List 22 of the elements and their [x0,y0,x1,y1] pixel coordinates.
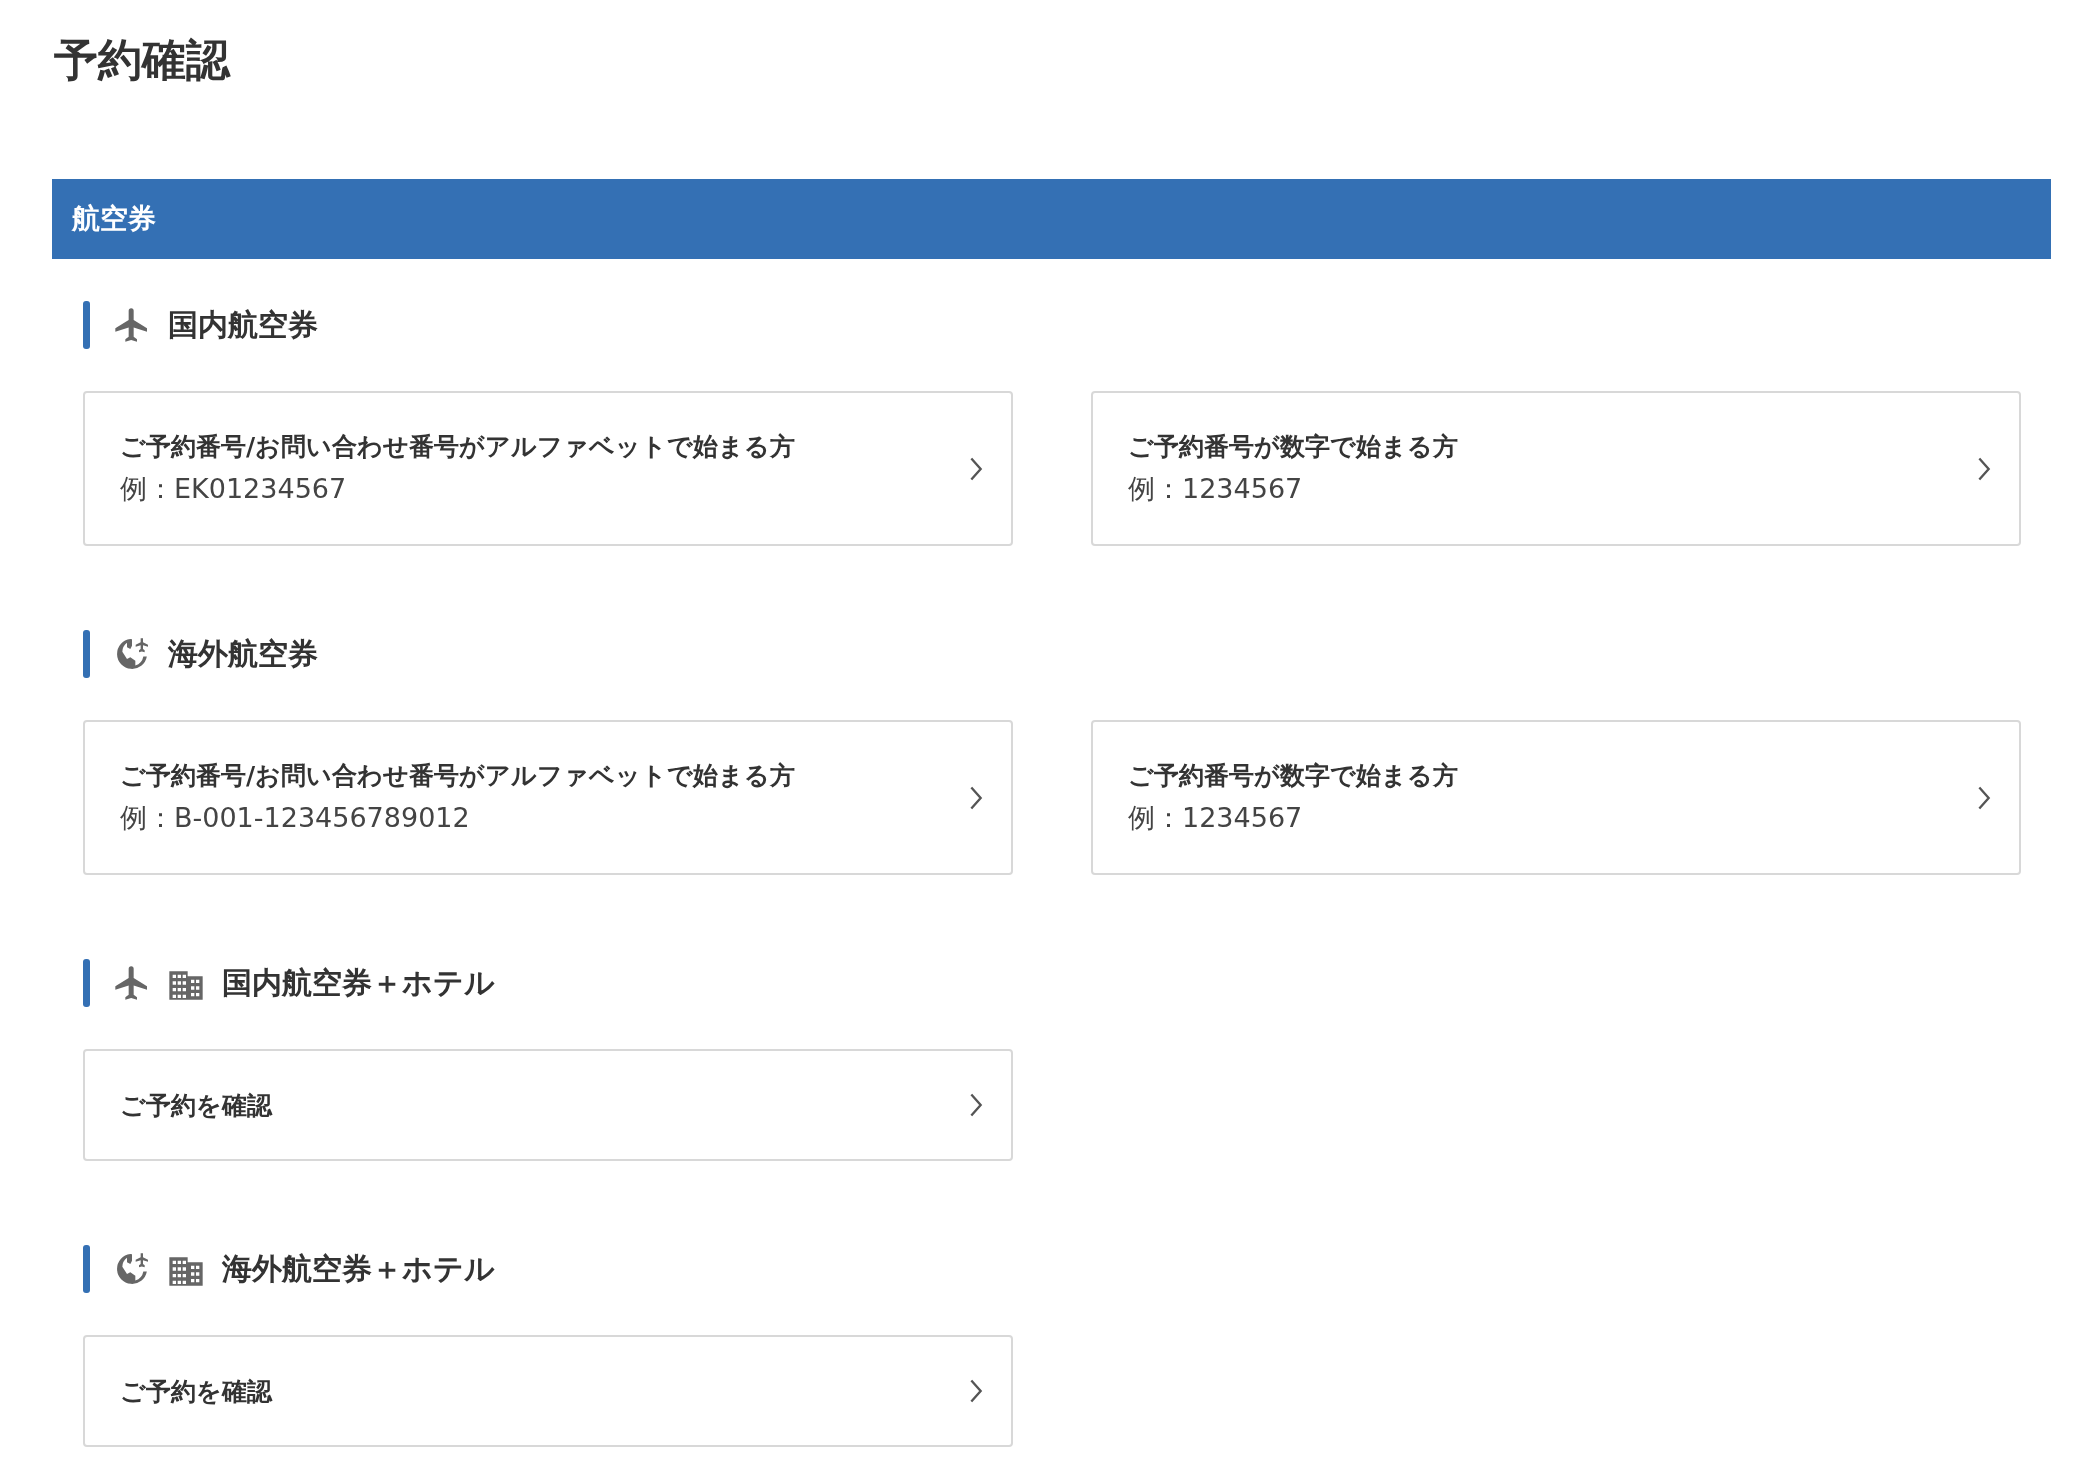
card-title: ご予約を確認 [120,1375,272,1408]
example-text: 例：1234567 [1128,801,1304,835]
card-title: ご予約番号が数字で始まる方 [1128,431,1458,463]
example-text: 例：B-001-123456789012 [120,801,471,835]
section-title: 海外航空券 [168,634,318,673]
card-title: ご予約番号/お問い合わせ番号がアルファベットで始まる方 [120,760,796,792]
example-text: 例：1234567 [1128,472,1304,506]
reservation-link-card[interactable]: ご予約を確認 [83,1049,1013,1161]
example-text: 例：EK01234567 [120,472,348,506]
card-title: ご予約番号/お問い合わせ番号がアルファベットで始まる方 [120,431,796,463]
section-title: 国内航空券＋ホテル [222,963,495,1002]
reservation-link-card[interactable]: ご予約番号/お問い合わせ番号がアルファベットで始まる方 例：EK01234567 [83,391,1013,546]
section-title: 海外航空券＋ホテル [222,1249,495,1288]
page-title: 予約確認 [54,33,232,87]
category-header: 航空券 [52,179,2051,259]
reservation-link-card[interactable]: ご予約番号が数字で始まる方 例：1234567 [1091,391,2021,546]
reservation-link-card[interactable]: ご予約番号が数字で始まる方 例：1234567 [1091,720,2021,875]
card-title: ご予約を確認 [120,1089,272,1122]
card-title: ご予約番号が数字で始まる方 [1128,760,1458,792]
reservation-link-card[interactable]: ご予約番号/お問い合わせ番号がアルファベットで始まる方 例：B-001-123456789012 [83,720,1013,875]
section-title: 国内航空券 [168,305,318,344]
reservation-link-card[interactable]: ご予約を確認 [83,1335,1013,1447]
